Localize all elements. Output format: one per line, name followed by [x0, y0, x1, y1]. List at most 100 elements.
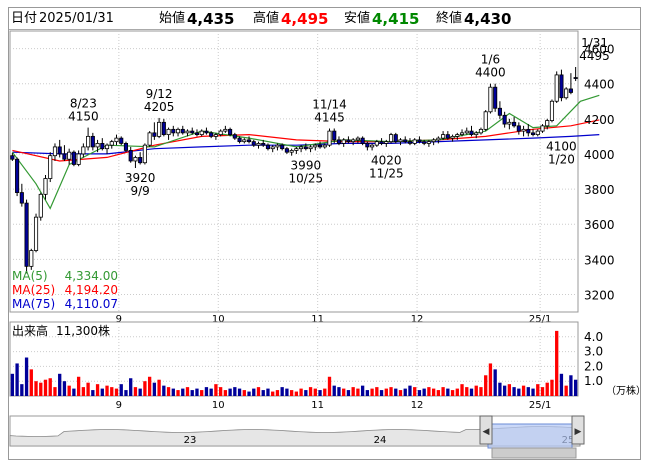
volume-bar	[261, 390, 265, 396]
candle-body	[157, 121, 162, 137]
volume-bar	[114, 388, 119, 396]
candle-body	[526, 128, 531, 134]
candle-body	[228, 128, 233, 136]
annotation-value: 4100	[546, 139, 577, 153]
candle-body	[24, 202, 29, 267]
volume-latest: 11,300株	[56, 323, 110, 338]
volume-bar	[223, 390, 228, 396]
navigator-scrollbar[interactable]	[491, 447, 577, 459]
candle-body	[104, 144, 110, 150]
volume-bar	[365, 390, 370, 396]
candle-body	[554, 74, 559, 102]
volume-bar	[275, 390, 280, 396]
volume-bar	[559, 373, 564, 396]
candle-body	[213, 134, 218, 137]
volume-unit: （万株）	[606, 384, 646, 397]
candle-body	[38, 193, 43, 218]
ma25-line	[12, 119, 600, 162]
candle-body	[455, 134, 460, 137]
volume-bar	[138, 388, 142, 396]
volume-bar	[204, 387, 209, 396]
volume-bar	[431, 388, 436, 396]
volume-bar	[564, 385, 568, 396]
candle-body	[516, 125, 521, 132]
candle-body	[564, 88, 569, 99]
navigator[interactable]: 232425◀▶	[9, 415, 585, 459]
annotation-date: 9/9	[131, 184, 150, 198]
month-tick-label: 25/1	[529, 314, 551, 325]
volume-bar	[181, 388, 185, 396]
annotation-date: 11/14	[312, 97, 347, 111]
volume-bar	[237, 388, 242, 396]
volume-bar	[446, 388, 450, 396]
candle-body	[308, 146, 313, 150]
volume-tick-label: 2.0	[584, 359, 603, 373]
candle-body	[275, 144, 280, 148]
candle-body	[29, 250, 34, 267]
candle-body	[441, 134, 446, 139]
price-tick-label: 4000	[584, 148, 615, 162]
candle-body	[199, 130, 204, 136]
annotation-date: 1/20	[548, 152, 575, 166]
candle-body	[403, 139, 408, 143]
volume-bar	[247, 391, 251, 396]
annotation-value: 4205	[144, 100, 175, 114]
candle-body	[512, 121, 517, 127]
volume-month-tick-label: 11	[311, 400, 324, 411]
volume-bar	[218, 387, 223, 396]
volume-bar	[441, 387, 445, 396]
volume-bar	[10, 373, 15, 396]
legend-value: 4,194.20	[65, 283, 118, 297]
volume-bar	[86, 382, 90, 396]
candle-body	[251, 141, 256, 146]
candle-body	[180, 128, 185, 134]
candle-body	[322, 144, 327, 148]
ma5-line	[11, 94, 600, 210]
volume-bar	[327, 376, 332, 396]
volume-bar	[308, 387, 313, 396]
volume-bar	[91, 390, 95, 396]
legend-value: 4,334.00	[65, 269, 118, 283]
volume-bar	[332, 385, 336, 396]
candle-body	[242, 139, 247, 143]
volume-bar	[95, 384, 100, 396]
volume-bar	[176, 390, 180, 396]
volume-bar	[413, 387, 417, 396]
volume-bar	[493, 369, 497, 396]
annotation-value: 4145	[314, 110, 345, 124]
volume-bar	[143, 381, 147, 396]
volume-bar	[53, 387, 57, 396]
volume-bar	[81, 387, 86, 396]
candle-body	[431, 139, 436, 143]
candle-body	[119, 137, 124, 144]
candle-body	[284, 148, 289, 153]
volume-bar	[536, 384, 540, 396]
candle-body	[388, 134, 394, 143]
candle-body	[161, 121, 166, 136]
candle-body	[190, 130, 195, 134]
navigator-selection[interactable]	[487, 423, 573, 449]
candle-body	[507, 121, 512, 125]
annotation-value: 3920	[125, 171, 156, 185]
volume-bar	[195, 388, 199, 396]
volume-bar	[228, 388, 232, 396]
candle-body	[261, 142, 266, 146]
stock-chart: 8/234150 39209/9 9/124205 399010/25 11/14414…	[9, 30, 646, 459]
candle-body	[52, 146, 58, 157]
candle-body	[185, 130, 190, 134]
candle-body	[422, 141, 427, 144]
candle-body	[459, 132, 465, 136]
candle-body	[535, 130, 540, 136]
candle-body	[346, 139, 351, 143]
volume-bar	[29, 369, 33, 396]
candle-body	[100, 142, 105, 150]
volume-bar	[517, 388, 521, 396]
volume-bar	[550, 379, 554, 396]
candle-body	[365, 142, 370, 148]
volume-bar	[479, 387, 483, 396]
volume-bar	[427, 387, 431, 396]
volume-bar	[460, 384, 464, 396]
candle-body	[568, 88, 573, 93]
candle-body	[341, 139, 346, 144]
volume-bar	[403, 388, 407, 396]
